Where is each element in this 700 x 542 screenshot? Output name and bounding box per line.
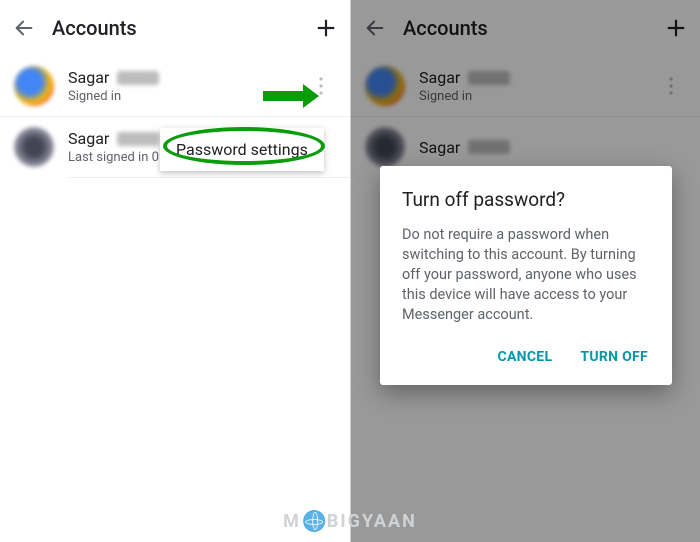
dialog-actions: CANCEL TURN OFF: [402, 343, 650, 371]
annotation-arrow: [263, 84, 319, 108]
watermark-text: BIGYAAN: [327, 511, 417, 532]
overflow-menu-icon[interactable]: [318, 76, 336, 96]
account-name: Sagar: [68, 68, 109, 87]
accounts-screen-left: Accounts Sagar Signed in: [0, 0, 350, 542]
turn-off-button[interactable]: TURN OFF: [578, 343, 650, 371]
redacted-surname: [117, 71, 159, 85]
menu-item-label: Password settings: [176, 140, 308, 159]
toolbar: Accounts: [0, 0, 350, 56]
page-title: Accounts: [52, 16, 298, 40]
globe-icon: [303, 510, 325, 532]
back-icon[interactable]: [12, 16, 36, 40]
turn-off-password-dialog: Turn off password? Do not require a pass…: [380, 166, 672, 385]
watermark: M BIGYAAN: [283, 510, 417, 532]
password-settings-menu-item[interactable]: Password settings: [160, 128, 324, 171]
cancel-button[interactable]: CANCEL: [495, 343, 554, 371]
divider: [68, 177, 350, 178]
add-account-icon[interactable]: [314, 16, 338, 40]
avatar: [14, 127, 54, 167]
dialog-title: Turn off password?: [402, 188, 650, 211]
avatar: [14, 66, 54, 106]
redacted-surname: [117, 132, 159, 146]
watermark-text: M: [283, 511, 301, 532]
dialog-body: Do not require a password when switching…: [402, 225, 650, 325]
account-name: Sagar: [68, 129, 109, 148]
